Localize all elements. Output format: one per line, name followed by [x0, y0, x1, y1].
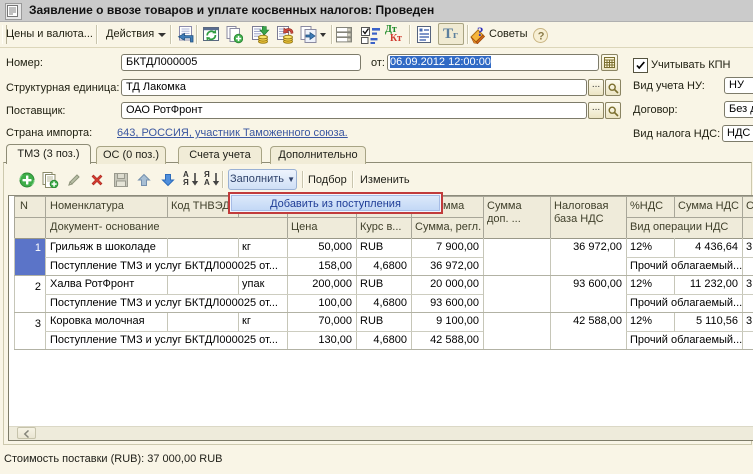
svg-text:?: ?	[538, 31, 545, 43]
svg-text:?: ?	[477, 25, 484, 39]
